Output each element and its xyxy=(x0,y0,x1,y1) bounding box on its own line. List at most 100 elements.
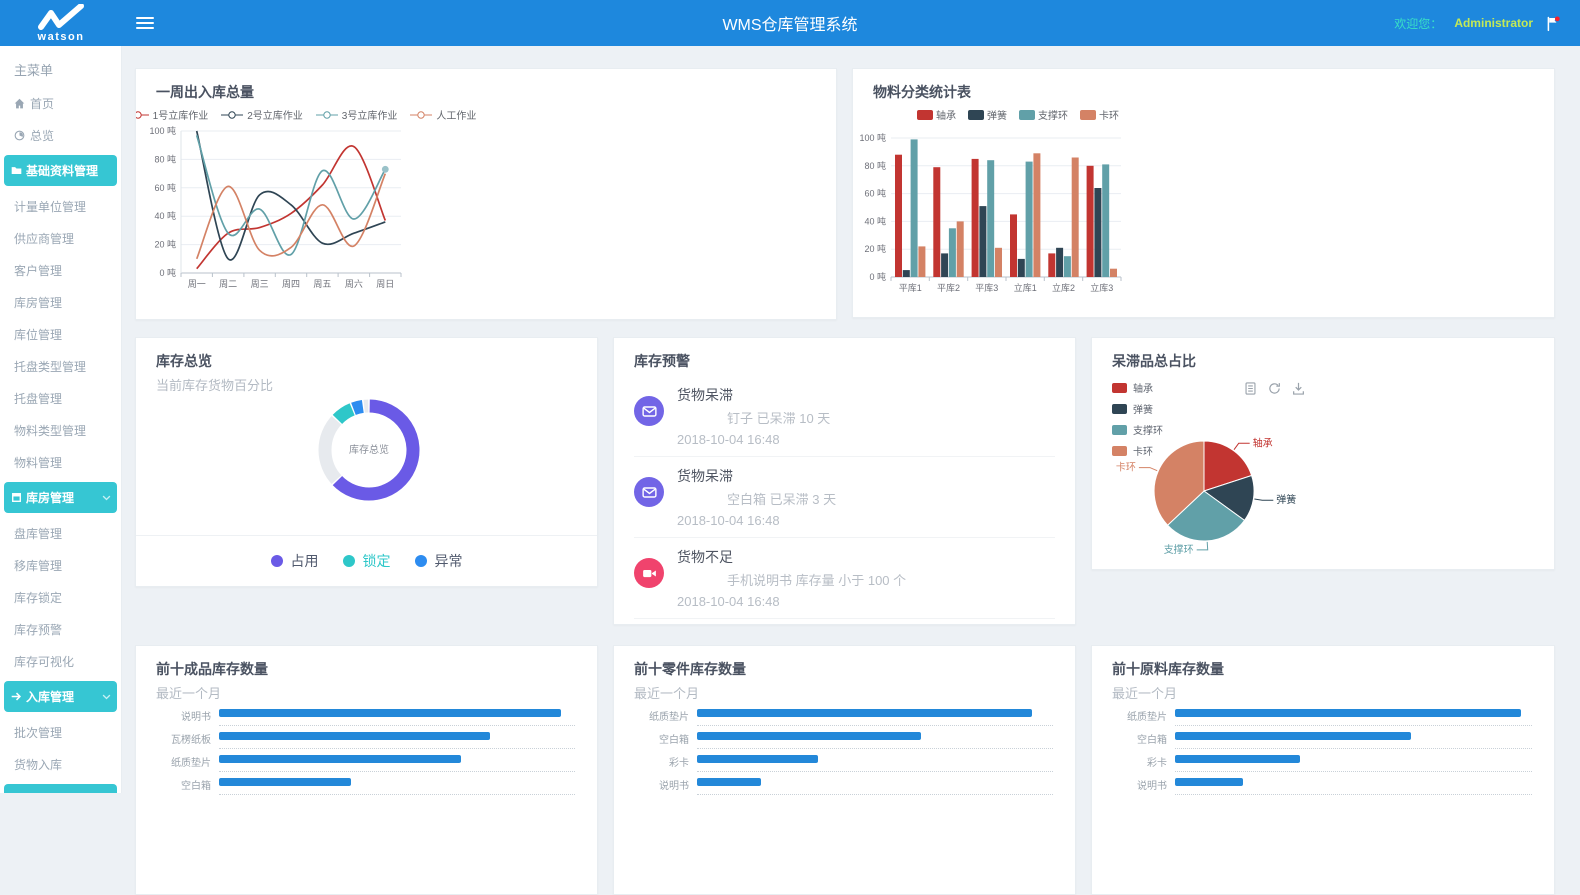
mail-icon xyxy=(634,396,664,426)
sidebar-item-6[interactable]: 库房管理 xyxy=(0,286,121,318)
hbar-bar[interactable] xyxy=(697,778,761,786)
hbar-bar[interactable] xyxy=(219,732,490,740)
sidebar-item-16[interactable]: 库存预警 xyxy=(0,613,121,645)
line-chart-svg: 0 吨20 吨40 吨60 吨80 吨100 吨周一周二周三周四周五周六周日 xyxy=(136,69,837,320)
pie-legend-item[interactable]: 支撑环 xyxy=(1112,422,1163,437)
card-subtitle: 最近一个月 xyxy=(136,679,597,702)
sidebar-item-20[interactable]: 货物入库 xyxy=(0,748,121,780)
hbar-bar[interactable] xyxy=(1175,709,1521,717)
hamburger-menu-icon[interactable] xyxy=(130,8,160,38)
chevron-down-icon xyxy=(102,493,111,502)
alert-title: 货物呆滞 xyxy=(677,385,1055,405)
hbar-divider xyxy=(219,748,575,749)
card-stagnant-ratio: 呆滞品总占比 轴承弹簧支撑环卡环 轴承弹簧支撑环卡环 xyxy=(1091,337,1555,570)
hbar-divider xyxy=(697,794,1053,795)
hbar-row: 说明书 xyxy=(156,704,597,727)
svg-text:40 吨: 40 吨 xyxy=(154,210,176,221)
sidebar-item-1[interactable]: 总览 xyxy=(0,119,121,151)
card-title: 一周出入库总量 xyxy=(136,69,836,102)
app-logo[interactable]: watson xyxy=(0,0,122,46)
hbar-bar[interactable] xyxy=(1175,732,1411,740)
svg-text:库存总览: 库存总览 xyxy=(349,443,389,456)
hbar-bar[interactable] xyxy=(1175,755,1300,763)
sidebar-item-0[interactable]: 首页 xyxy=(0,87,121,119)
hbar-label: 说明书 xyxy=(156,708,211,723)
hbar-row: 彩卡 xyxy=(1112,750,1554,773)
restore-icon[interactable] xyxy=(1268,382,1281,395)
sidebar-item-5[interactable]: 客户管理 xyxy=(0,254,121,286)
hbar-label: 说明书 xyxy=(1112,777,1167,792)
hbar-bar[interactable] xyxy=(697,709,1032,717)
svg-text:0 吨: 0 吨 xyxy=(159,267,176,278)
data-view-icon[interactable] xyxy=(1244,382,1257,395)
sidebar-item-13[interactable]: 盘库管理 xyxy=(0,517,121,549)
svg-text:平库3: 平库3 xyxy=(975,282,998,293)
alert-list: 货物呆滞钉子 已呆滞 10 天2018-10-04 16:48货物呆滞空白箱 已… xyxy=(634,376,1055,625)
svg-text:轴承: 轴承 xyxy=(1253,436,1273,449)
username[interactable]: Administrator xyxy=(1454,16,1533,30)
sidebar-item-11[interactable]: 物料管理 xyxy=(0,446,121,478)
sidebar-group-21[interactable]: 出库管理 xyxy=(4,784,117,793)
sidebar-item-9[interactable]: 托盘管理 xyxy=(0,382,121,414)
card-title: 前十成品库存数量 xyxy=(136,646,597,679)
hbar-row: 空白箱 xyxy=(1112,727,1554,750)
svg-text:周六: 周六 xyxy=(345,278,363,289)
sidebar-group-2[interactable]: 基础资料管理 xyxy=(4,155,117,186)
chart-toolbox xyxy=(1244,382,1305,395)
finished-hbar-chart[interactable]: 说明书瓦楞纸板纸质垫片空白箱 xyxy=(156,704,597,796)
hbar-bar[interactable] xyxy=(697,755,818,763)
hbar-divider xyxy=(1175,771,1532,772)
donut-legend-item[interactable]: 占用 xyxy=(271,551,319,571)
svg-text:80 吨: 80 吨 xyxy=(154,153,176,164)
card-top-raw-stock: 前十原料库存数量 最近一个月 纸质垫片空白箱彩卡说明书 xyxy=(1091,645,1555,895)
alert-time: 2018-10-04 16:48 xyxy=(677,594,1055,609)
svg-text:弹簧: 弹簧 xyxy=(1276,493,1296,506)
hbar-row: 彩卡 xyxy=(634,750,1075,773)
svg-text:立库2: 立库2 xyxy=(1052,282,1075,293)
svg-text:立库3: 立库3 xyxy=(1090,282,1113,293)
pie-legend-item[interactable]: 卡环 xyxy=(1112,443,1163,458)
pie-legend-item[interactable]: 弹簧 xyxy=(1112,401,1163,416)
hbar-divider xyxy=(697,725,1053,726)
sidebar-item-8[interactable]: 托盘类型管理 xyxy=(0,350,121,382)
raw-hbar-chart[interactable]: 纸质垫片空白箱彩卡说明书 xyxy=(1112,704,1554,796)
sidebar-item-15[interactable]: 库存锁定 xyxy=(0,581,121,613)
card-inventory-alerts: 库存预警 货物呆滞钉子 已呆滞 10 天2018-10-04 16:48货物呆滞… xyxy=(613,337,1076,625)
sidebar-item-3[interactable]: 计量单位管理 xyxy=(0,190,121,222)
flag-notification-icon[interactable] xyxy=(1545,15,1562,32)
download-icon[interactable] xyxy=(1292,382,1305,395)
hbar-bar[interactable] xyxy=(1175,778,1243,786)
sidebar-group-18[interactable]: 入库管理 xyxy=(4,681,117,712)
hbar-label: 纸质垫片 xyxy=(1112,708,1167,723)
parts-hbar-chart[interactable]: 纸质垫片空白箱彩卡说明书 xyxy=(634,704,1075,796)
mail-icon xyxy=(634,477,664,507)
sidebar-group-12[interactable]: 库房管理 xyxy=(4,482,117,513)
hbar-bar[interactable] xyxy=(219,709,561,717)
alert-time: 2018-10-04 16:48 xyxy=(677,513,1055,528)
pie-legend-item[interactable]: 轴承 xyxy=(1112,380,1163,395)
sidebar-item-7[interactable]: 库位管理 xyxy=(0,318,121,350)
card-title: 物料分类统计表 xyxy=(853,69,1554,102)
sidebar-item-17[interactable]: 库存可视化 xyxy=(0,645,121,677)
donut-legend: 占用 锁定 异常 xyxy=(136,535,597,586)
sidebar-item-14[interactable]: 移库管理 xyxy=(0,549,121,581)
svg-text:60 吨: 60 吨 xyxy=(154,182,176,193)
donut-legend-item[interactable]: 锁定 xyxy=(343,551,391,571)
hbar-bar[interactable] xyxy=(219,778,351,786)
hbar-divider xyxy=(1175,794,1532,795)
sidebar-item-19[interactable]: 批次管理 xyxy=(0,716,121,748)
sidebar-item-4[interactable]: 供应商管理 xyxy=(0,222,121,254)
hbar-label: 空白箱 xyxy=(634,731,689,746)
svg-text:周五: 周五 xyxy=(313,279,331,289)
hbar-bar[interactable] xyxy=(219,755,461,763)
svg-text:周二: 周二 xyxy=(219,279,237,289)
hbar-label: 纸质垫片 xyxy=(156,754,211,769)
svg-text:平库1: 平库1 xyxy=(899,282,922,293)
donut-legend-item[interactable]: 异常 xyxy=(415,551,463,571)
sidebar-item-10[interactable]: 物料类型管理 xyxy=(0,414,121,446)
hbar-bar[interactable] xyxy=(697,732,921,740)
svg-text:100 吨: 100 吨 xyxy=(859,132,886,143)
svg-text:100 吨: 100 吨 xyxy=(149,125,176,136)
hbar-label: 说明书 xyxy=(634,777,689,792)
hbar-divider xyxy=(1175,748,1532,749)
